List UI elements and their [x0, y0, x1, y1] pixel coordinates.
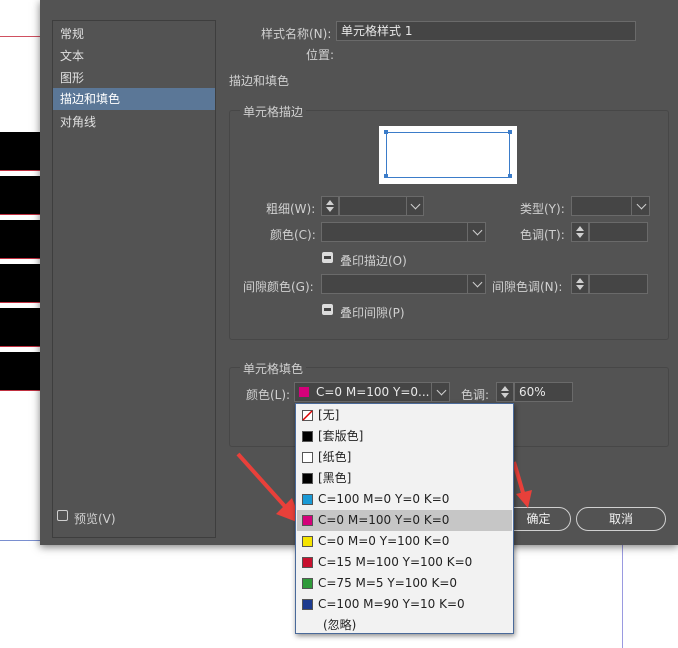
category-list: 常规 文本 图形 描边和填色 对角线: [52, 20, 216, 538]
style-name-input[interactable]: 单元格样式 1: [336, 21, 636, 41]
tint-stepper[interactable]: [571, 222, 589, 242]
swatch-label: C=0 M=100 Y=0 K=0: [318, 513, 450, 527]
fill-color-label: 颜色(L):: [246, 388, 291, 402]
swatch-option-registration[interactable]: [套版色]: [297, 426, 512, 447]
overprint-gap-label: 叠印间隙(P): [340, 306, 405, 320]
cell-fill-title: 单元格填色: [240, 360, 307, 377]
swatch-label: C=15 M=100 Y=100 K=0: [318, 555, 473, 569]
fill-color-swatch: [299, 387, 309, 397]
swatch-label: C=0 M=0 Y=100 K=0: [318, 534, 450, 548]
chevron-down-icon[interactable]: [431, 382, 450, 402]
swatch-option-cyan[interactable]: C=100 M=0 Y=0 K=0: [297, 489, 512, 510]
weight-stepper[interactable]: [321, 196, 339, 216]
doc-table-row: [0, 264, 40, 303]
preview-checkbox[interactable]: [57, 510, 68, 521]
stroke-preview-cell: [386, 132, 510, 178]
swatch-option-ignore[interactable]: (忽略): [297, 615, 512, 636]
section-title: 描边和填色: [229, 74, 290, 88]
overprint-gap-checkbox[interactable]: [322, 304, 333, 315]
swatch-label: C=100 M=0 Y=0 K=0: [318, 492, 450, 506]
swatch-option-yellow[interactable]: C=0 M=0 Y=100 K=0: [297, 531, 512, 552]
type-label: 类型(Y):: [520, 202, 565, 216]
fill-color-dropdown[interactable]: C=0 M=100 Y=0...: [294, 382, 450, 402]
overprint-stroke-label: 叠印描边(O): [340, 254, 407, 268]
gap-color-label: 间隙颜色(G):: [243, 280, 314, 294]
arrow-head: [516, 490, 532, 508]
doc-table-row: [0, 220, 40, 259]
preview-handle: [508, 174, 512, 178]
swatch-label: (忽略): [323, 618, 357, 632]
preview-label: 预览(V): [74, 512, 116, 526]
swatch-color-chip: [302, 536, 313, 547]
nav-item-stroke-fill[interactable]: 描边和填色: [53, 88, 215, 110]
swatch-label: [黑色]: [318, 471, 352, 485]
gap-color-dropdown[interactable]: [321, 274, 486, 294]
swatch-color-chip: [302, 557, 313, 568]
doc-margin-line: [0, 540, 40, 541]
chevron-down-icon[interactable]: [467, 274, 486, 294]
doc-margin-line: [622, 545, 623, 648]
swatch-dropdown-list: [无] [套版色] [纸色] [黑色] C=100 M=0 Y=0 K=0 C=…: [295, 403, 514, 634]
arrow-shaft: [512, 461, 526, 497]
stroke-color-dropdown[interactable]: [321, 222, 486, 242]
chevron-down-icon[interactable]: [406, 196, 424, 216]
swatch-color-chip: [302, 494, 313, 505]
paper-icon: [302, 452, 313, 463]
location-label: 位置:: [306, 48, 335, 62]
nav-item-text[interactable]: 文本: [53, 45, 215, 67]
chevron-down-icon[interactable]: [467, 222, 486, 242]
black-icon: [302, 473, 313, 484]
swatch-label: [无]: [318, 408, 340, 422]
tint-input[interactable]: [589, 222, 648, 242]
weight-label: 粗细(W):: [266, 202, 316, 216]
swatch-color-chip: [302, 578, 313, 589]
nav-item-diagonal[interactable]: 对角线: [53, 111, 215, 133]
none-slash-icon: [302, 410, 313, 421]
doc-table-row: [0, 308, 40, 347]
swatch-option-none[interactable]: [无]: [297, 405, 512, 426]
swatch-label: [纸色]: [318, 450, 352, 464]
chevron-down-icon[interactable]: [631, 196, 650, 216]
swatch-color-chip: [302, 515, 313, 526]
fill-color-value: C=0 M=100 Y=0...: [316, 385, 430, 399]
preview-handle: [384, 130, 388, 134]
nav-item-general[interactable]: 常规: [53, 23, 215, 45]
swatch-option-black[interactable]: [黑色]: [297, 468, 512, 489]
doc-table-row: [0, 352, 40, 391]
tint-label: 色调(T):: [520, 228, 565, 242]
doc-guide-line: [0, 36, 40, 37]
stroke-color-label: 颜色(C):: [270, 228, 316, 242]
fill-tint-stepper[interactable]: [496, 382, 514, 402]
preview-handle: [384, 174, 388, 178]
preview-handle: [508, 130, 512, 134]
swatch-option-red[interactable]: C=15 M=100 Y=100 K=0: [297, 552, 512, 573]
doc-table-row: [0, 132, 40, 171]
nav-item-graphic[interactable]: 图形: [53, 67, 215, 89]
swatch-label: C=75 M=5 Y=100 K=0: [318, 576, 458, 590]
gap-tint-stepper[interactable]: [571, 274, 589, 294]
swatch-label: [套版色]: [318, 429, 364, 443]
gap-tint-input[interactable]: [589, 274, 648, 294]
stroke-preview[interactable]: [379, 126, 517, 184]
overprint-stroke-checkbox[interactable]: [322, 252, 333, 263]
swatch-option-magenta[interactable]: C=0 M=100 Y=0 K=0: [297, 510, 512, 531]
swatch-option-paper[interactable]: [纸色]: [297, 447, 512, 468]
swatch-label: C=100 M=90 Y=10 K=0: [318, 597, 465, 611]
doc-table-row: [0, 176, 40, 215]
fill-tint-input[interactable]: 60%: [514, 382, 573, 402]
cancel-button[interactable]: 取消: [576, 507, 666, 531]
arrow-shaft: [236, 452, 292, 514]
swatch-option-blue[interactable]: C=100 M=90 Y=10 K=0: [297, 594, 512, 615]
style-name-label: 样式名称(N):: [261, 27, 332, 41]
swatch-color-chip: [302, 599, 313, 610]
gap-tint-label: 间隙色调(N):: [492, 280, 563, 294]
cell-stroke-title: 单元格描边: [240, 103, 307, 120]
fill-tint-label: 色调:: [461, 388, 490, 402]
registration-icon: [302, 431, 313, 442]
swatch-option-green[interactable]: C=75 M=5 Y=100 K=0: [297, 573, 512, 594]
